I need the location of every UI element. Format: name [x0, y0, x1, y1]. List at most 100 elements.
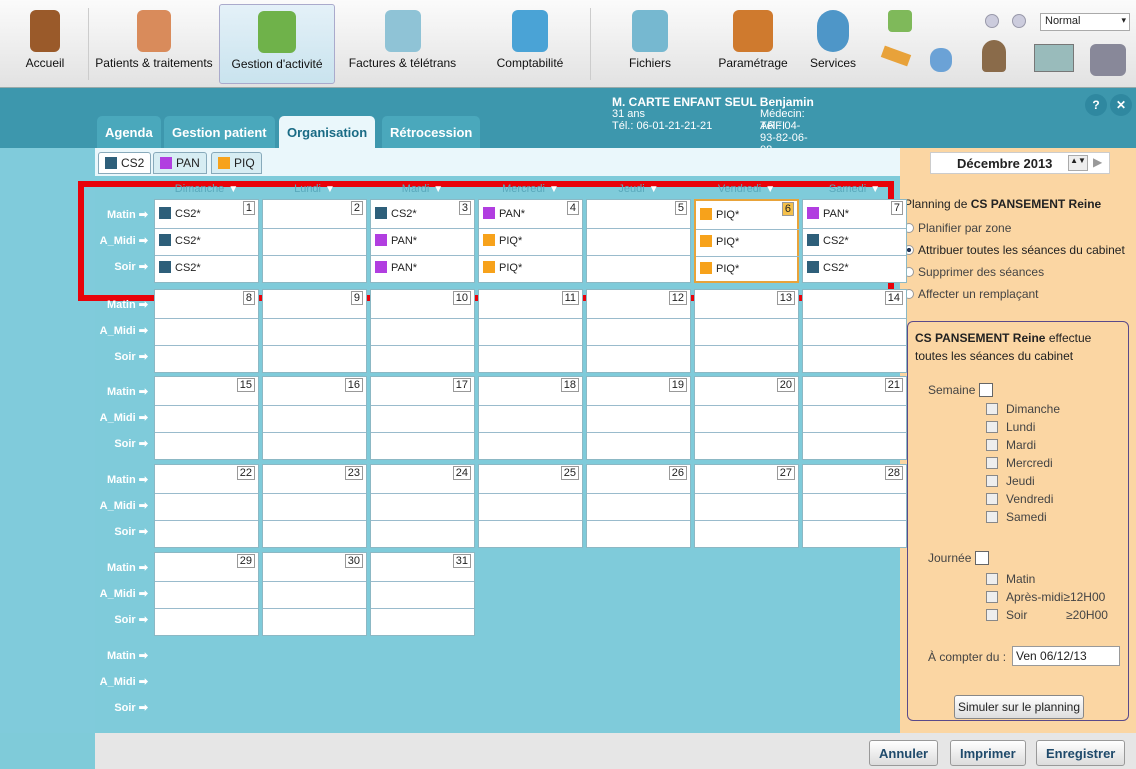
close-icon[interactable]: ✕ [1110, 94, 1132, 116]
tab-organisation[interactable]: Organisation [279, 116, 376, 148]
apple-icon[interactable] [930, 48, 952, 72]
day-header-0[interactable]: Dimanche [154, 183, 259, 195]
calendar-day-cell[interactable]: 26 [586, 464, 691, 548]
weekday-option[interactable]: Jeudi [986, 474, 1035, 488]
slot-entry[interactable]: CS2* [807, 261, 849, 274]
calendar-day-cell[interactable]: 14 [802, 289, 907, 373]
slot-entry[interactable]: PIQ* [700, 235, 739, 248]
calendar-day-cell[interactable]: 7 PAN* CS2* CS2* [802, 199, 907, 283]
weekday-option[interactable]: Vendredi [986, 492, 1053, 506]
toolbar-comptabilite[interactable]: Comptabilité [480, 4, 580, 84]
toolbar-patients[interactable]: Patients & traitements [90, 4, 218, 84]
weekday-option[interactable]: Samedi [986, 510, 1047, 524]
calendar-day-cell[interactable]: 10 [370, 289, 475, 373]
weekday-option[interactable]: Mercredi [986, 456, 1053, 470]
from-date-input[interactable]: Ven 06/12/13 [1012, 646, 1120, 666]
slot-entry[interactable]: PIQ* [483, 234, 522, 247]
option-remplacant[interactable]: Affecter un remplaçant [904, 287, 1039, 301]
calendar-day-cell[interactable]: 11 [478, 289, 583, 373]
day-header-2[interactable]: Mardi [370, 183, 475, 195]
calendar-day-cell[interactable]: 31 [370, 552, 475, 636]
calendar-day-cell[interactable]: 19 [586, 376, 691, 460]
calendar-day-cell[interactable]: 3 CS2* PAN* PAN* [370, 199, 475, 283]
slot-entry[interactable]: PIQ* [700, 208, 739, 221]
calendar-day-cell[interactable]: 20 [694, 376, 799, 460]
slot-entry[interactable]: CS2* [375, 207, 417, 220]
calendar-day-cell[interactable]: 4 PAN* PIQ* PIQ* [478, 199, 583, 283]
calendar-day-cell[interactable]: 5 [586, 199, 691, 283]
option-supprimer[interactable]: Supprimer des séances [904, 265, 1044, 279]
toolbar-factures[interactable]: Factures & télétrans [340, 4, 465, 84]
slot-entry[interactable]: PIQ* [700, 262, 739, 275]
tab-agenda[interactable]: Agenda [97, 116, 161, 148]
slot-apres-midi[interactable]: Après-midi≥12H00 [986, 590, 1105, 604]
act-tab-piq[interactable]: PIQ [211, 152, 262, 174]
calendar-day-cell[interactable]: 18 [478, 376, 583, 460]
calendar-day-cell[interactable]: 28 [802, 464, 907, 548]
print-button[interactable]: Imprimer [950, 740, 1026, 766]
save-button[interactable]: Enregistrer [1036, 740, 1126, 766]
slot-entry[interactable]: PAN* [807, 207, 849, 220]
slot-soir[interactable]: Soir ≥20H00 [986, 608, 1108, 622]
weekday-option[interactable]: Mardi [986, 438, 1036, 452]
act-tab-pan[interactable]: PAN [153, 152, 207, 174]
photos-icon[interactable] [888, 10, 912, 32]
calendar-day-cell[interactable]: 22 [154, 464, 259, 548]
toolbar-services[interactable]: Services [802, 4, 864, 84]
option-planifier[interactable]: Planifier par zone [904, 221, 1011, 235]
pencil-icon[interactable] [880, 45, 912, 67]
calendar-day-cell[interactable]: 9 [262, 289, 367, 373]
calendar-day-cell[interactable]: 1 CS2* CS2* CS2* [154, 199, 259, 283]
help-icon[interactable]: ? [1085, 94, 1107, 116]
month-spinner-icon[interactable]: ▲▼ [1068, 155, 1088, 171]
slot-entry[interactable]: PAN* [483, 207, 525, 220]
slot-matin[interactable]: Matin [986, 572, 1035, 586]
calendar-day-cell[interactable]: 24 [370, 464, 475, 548]
phone-icon[interactable] [1090, 44, 1126, 76]
nav-forward-icon[interactable] [1012, 14, 1026, 28]
toolbar-parametrage[interactable]: Paramétrage [712, 4, 794, 84]
weekday-option[interactable]: Dimanche [986, 402, 1060, 416]
slot-entry[interactable]: CS2* [807, 234, 849, 247]
user-icon[interactable] [982, 40, 1006, 72]
calendar-day-cell[interactable]: 25 [478, 464, 583, 548]
calendar-day-cell[interactable]: 21 [802, 376, 907, 460]
simulate-button[interactable]: Simuler sur le planning [954, 695, 1084, 719]
slot-entry[interactable]: PAN* [375, 261, 417, 274]
slot-entry[interactable]: PIQ* [483, 261, 522, 274]
calendar-day-cell[interactable]: 27 [694, 464, 799, 548]
slot-entry[interactable]: CS2* [159, 234, 201, 247]
journee-checkbox[interactable] [974, 551, 989, 565]
tab-retrocession[interactable]: Rétrocession [382, 116, 481, 148]
calendar-day-cell[interactable]: 17 [370, 376, 475, 460]
calendar-day-cell[interactable]: 16 [262, 376, 367, 460]
slot-entry[interactable]: PAN* [375, 234, 417, 247]
calendar-day-cell[interactable]: 29 [154, 552, 259, 636]
act-tab-cs2[interactable]: CS2 [98, 152, 152, 174]
option-attribuer[interactable]: Attribuer toutes les séances du cabinet [904, 243, 1125, 257]
nav-back-icon[interactable] [985, 14, 999, 28]
card-reader-icon[interactable] [1034, 44, 1074, 72]
slot-entry[interactable]: CS2* [159, 207, 201, 220]
calendar-day-cell[interactable]: 23 [262, 464, 367, 548]
calendar-day-cell[interactable]: 15 [154, 376, 259, 460]
calendar-day-cell[interactable]: 6 PIQ* PIQ* PIQ* [694, 199, 799, 283]
toolbar-fichiers[interactable]: Fichiers [610, 4, 690, 84]
mode-select[interactable]: Normal ▾ [1040, 13, 1130, 31]
calendar-day-cell[interactable]: 12 [586, 289, 691, 373]
day-header-3[interactable]: Mercredi [478, 183, 583, 195]
next-month-icon[interactable]: ▶ [1093, 155, 1102, 169]
day-header-1[interactable]: Lundi [262, 183, 367, 195]
day-header-6[interactable]: Samedi [802, 183, 907, 195]
calendar-day-cell[interactable]: 2 [262, 199, 367, 283]
calendar-day-cell[interactable]: 13 [694, 289, 799, 373]
cancel-button[interactable]: Annuler [869, 740, 939, 766]
semaine-checkbox[interactable] [978, 383, 993, 397]
calendar-day-cell[interactable]: 30 [262, 552, 367, 636]
day-header-4[interactable]: Jeudi [586, 183, 691, 195]
weekday-option[interactable]: Lundi [986, 420, 1035, 434]
toolbar-gestion[interactable]: Gestion d'activité [219, 4, 335, 84]
day-header-5[interactable]: Vendredi [694, 183, 799, 195]
calendar-day-cell[interactable]: 8 [154, 289, 259, 373]
tab-gestion-patient[interactable]: Gestion patient [164, 116, 275, 148]
